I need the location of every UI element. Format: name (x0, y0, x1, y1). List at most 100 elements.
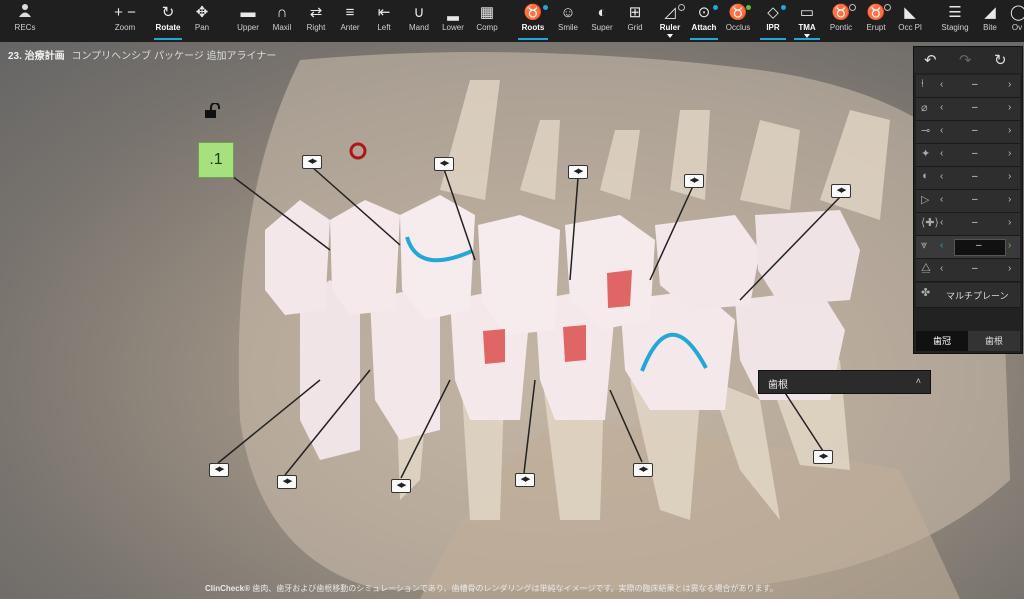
decrease-arrow[interactable]: ‹ (940, 263, 943, 274)
lower-view-icon: ▂ (447, 4, 459, 21)
tooth-handle[interactable]: ◀▶ (391, 479, 411, 493)
decrease-arrow[interactable]: ‹ (940, 125, 943, 136)
mandibular-view-button[interactable]: ∪ Mand (404, 3, 434, 40)
movement-row-intrusion: ⧋ ‹ – › (916, 259, 1020, 282)
tooth-handle[interactable]: ◀▶ (831, 184, 851, 198)
row-value: – (972, 102, 978, 113)
movement-row-root-tip: ⩔ ‹ – › (916, 236, 1020, 259)
grid-compare-icon: ▦ (479, 4, 495, 21)
increase-arrow[interactable]: › (1008, 194, 1011, 205)
rotate-button[interactable]: ↻ Rotate (152, 3, 184, 40)
tma-toggle[interactable]: ▭ TMA (792, 3, 822, 40)
root-dropdown[interactable]: 歯根 ˄ (758, 370, 931, 394)
increase-arrow[interactable]: › (1008, 79, 1011, 90)
decrease-arrow[interactable]: ‹ (940, 171, 943, 182)
status-ring (849, 4, 856, 11)
dropdown-indicator-icon (667, 34, 673, 38)
status-ring (678, 4, 685, 11)
ipr-toggle[interactable]: ◇ IPR (758, 3, 788, 40)
compare-view-button[interactable]: ▦ Comp (472, 3, 502, 40)
maxillary-arch-icon: ∩ (276, 4, 288, 21)
row-value: – (972, 194, 978, 205)
occlusal-plane-toggle[interactable]: ◣ Occ Pl (895, 3, 925, 40)
decrease-arrow[interactable]: ‹ (940, 194, 943, 205)
active-underline (154, 38, 182, 40)
increase-arrow[interactable]: › (1008, 102, 1011, 113)
redo-icon[interactable]: ↷ (959, 51, 972, 69)
tooth-handle[interactable]: ◀▶ (633, 463, 653, 477)
anterior-view-button[interactable]: ≡ Anter (336, 3, 364, 40)
stage-badge[interactable]: .1 (198, 142, 234, 178)
increase-arrow[interactable]: › (1008, 263, 1011, 274)
panel-history-bar: ↶ ↷ ↻ (914, 47, 1022, 73)
overlay-icon: ◯ (1010, 4, 1024, 21)
lower-view-button[interactable]: ▂ Lower (438, 3, 468, 40)
pan-button[interactable]: ✥ Pan (190, 3, 214, 40)
crown-button[interactable]: 歯冠 (916, 331, 968, 351)
tooth-handle[interactable]: ◀▶ (568, 165, 588, 179)
tooth-handle[interactable]: ◀▶ (277, 475, 297, 489)
tooth-handle[interactable]: ◀▶ (302, 155, 322, 169)
occlusion-toggle[interactable]: ♉ Occlus (723, 3, 753, 40)
row-value: – (972, 125, 978, 136)
overlay-toggle[interactable]: ◯ Ov (1010, 3, 1024, 40)
undo-icon[interactable]: ↶ (924, 51, 937, 69)
grid-icon: ⊞ (628, 4, 642, 21)
reset-icon[interactable]: ↻ (994, 51, 1007, 69)
disclaimer-text: ClinCheck® 歯肉、歯牙および歯根移動のシミュレーションであり、歯槽骨の… (205, 583, 778, 594)
zoom-icon: + − (114, 4, 136, 21)
superimpose-icon: ◐ (597, 4, 607, 21)
root-button[interactable]: 歯根 (968, 331, 1020, 351)
pontic-toggle[interactable]: ♉ Pontic (826, 3, 856, 40)
ruler-toggle[interactable]: ◿ Ruler (655, 3, 685, 40)
decrease-arrow[interactable]: ‹ (940, 148, 943, 159)
increase-arrow[interactable]: › (1008, 240, 1011, 251)
3d-viewport[interactable] (0, 42, 1024, 599)
recs-button[interactable]: RECs (10, 3, 40, 33)
movement-row-rotation: ✦ ‹ – › (916, 144, 1020, 167)
grid-toggle[interactable]: ⊞ Grid (621, 3, 649, 40)
tooth-handle[interactable]: ◀▶ (434, 157, 454, 171)
dental-model[interactable] (0, 42, 1024, 599)
eruption-toggle[interactable]: ♉ Erupt (861, 3, 891, 40)
decrease-arrow[interactable]: ‹ (940, 79, 943, 90)
mandibular-arch-icon: ∪ (413, 4, 425, 21)
right-view-button[interactable]: ⇄ Right (302, 3, 330, 40)
multiplane-row[interactable]: ✤ マルチプレーン (916, 283, 1020, 308)
attachments-toggle[interactable]: ⊙ Attach (688, 3, 720, 40)
decrease-arrow[interactable]: ‹ (940, 240, 943, 251)
plan-subtitle: コンプリヘンシブ パッケージ 追加アライナー (71, 51, 277, 62)
tooth-handle[interactable]: ◀▶ (684, 174, 704, 188)
unlock-icon[interactable] (204, 102, 222, 124)
zoom-button[interactable]: + − Zoom (106, 3, 144, 40)
decrease-arrow[interactable]: ‹ (940, 102, 943, 113)
movement-row-angulation: ◖ ‹ – › (916, 167, 1020, 190)
torque-icon: ⟨✚⟩ (921, 217, 939, 229)
decrease-arrow[interactable]: ‹ (940, 217, 943, 228)
superimpose-toggle[interactable]: ◐ Super (587, 3, 617, 40)
person-icon (10, 3, 40, 23)
smile-toggle[interactable]: ☺ Smile (553, 3, 583, 40)
row-value: – (976, 240, 982, 251)
bite-toggle[interactable]: ◢ Bite (977, 3, 1003, 40)
smile-face-icon: ☺ (560, 4, 576, 21)
roots-toggle[interactable]: ♉ Roots (516, 3, 550, 40)
increase-arrow[interactable]: › (1008, 148, 1011, 159)
pan-icon: ✥ (195, 4, 209, 21)
tooth-handle[interactable]: ◀▶ (813, 450, 833, 464)
increase-arrow[interactable]: › (1008, 217, 1011, 228)
left-view-button[interactable]: ⇤ Left (370, 3, 398, 40)
increase-arrow[interactable]: › (1008, 171, 1011, 182)
tooth-handle[interactable]: ◀▶ (515, 473, 535, 487)
maxillary-view-button[interactable]: ∩ Maxil (268, 3, 296, 40)
inclination-icon: ▷ (921, 194, 930, 206)
rotation-icon: ✦ (921, 148, 931, 160)
multiplane-label: マルチプレーン (946, 291, 1009, 301)
upper-view-button[interactable]: ▬ Upper (234, 3, 262, 40)
tooth-handle[interactable]: ◀▶ (209, 463, 229, 477)
staging-toggle[interactable]: ☰ Staging (938, 3, 972, 40)
mesial-distal-icon: ⊸ (921, 125, 931, 137)
increase-arrow[interactable]: › (1008, 125, 1011, 136)
top-toolbar: RECs + − Zoom ↻ Rotate ✥ Pan ▬ Upper ∩ M… (0, 0, 1024, 42)
bite-icon: ◢ (984, 4, 996, 21)
